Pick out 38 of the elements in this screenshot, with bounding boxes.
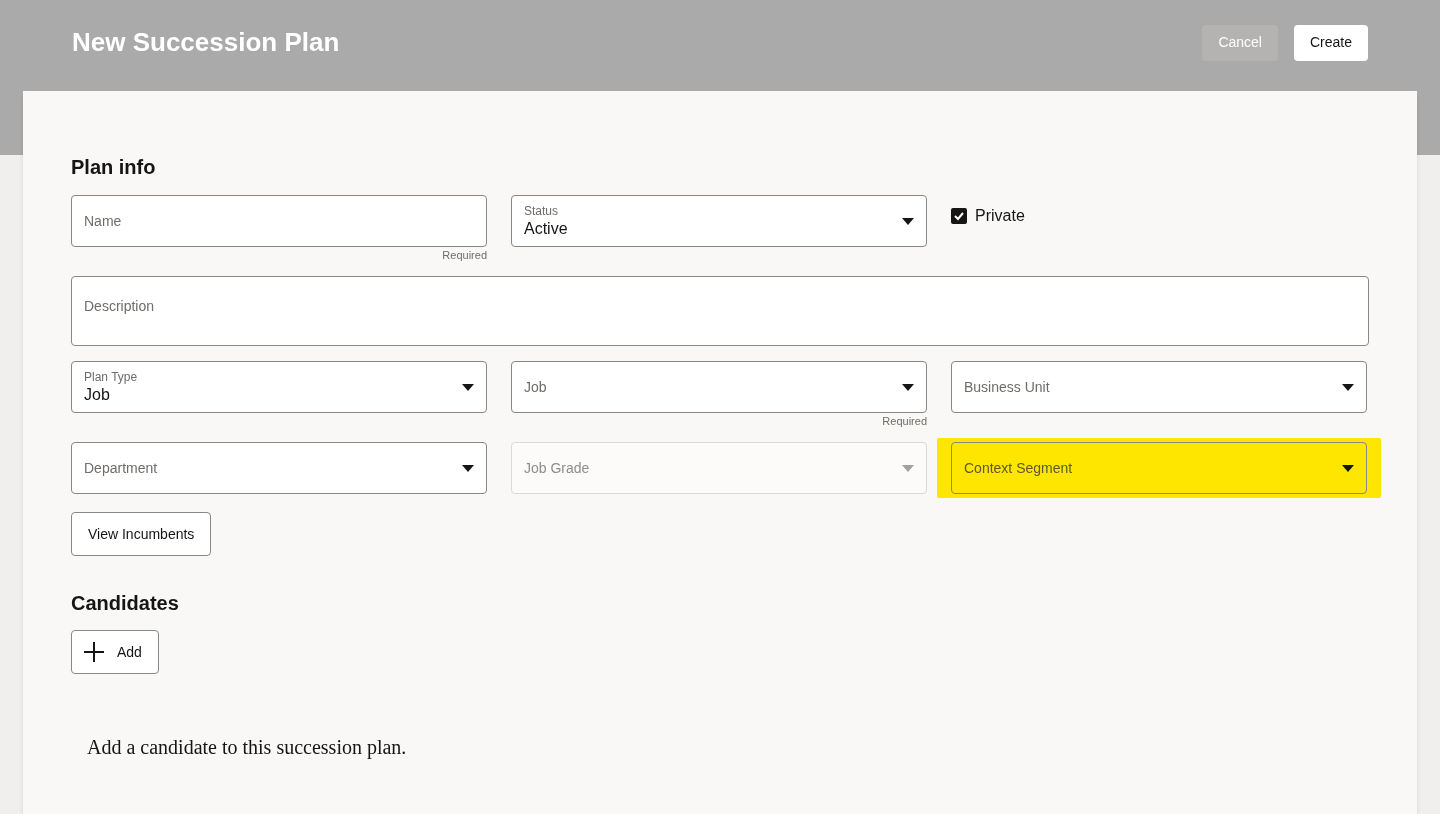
field-label: Department (84, 458, 158, 478)
field-label: Job Grade (524, 458, 590, 478)
empty-message: Add a candidate to this succession plan. (87, 735, 408, 761)
helper-text: Required (442, 250, 487, 261)
page-title: New Succession Plan (72, 26, 340, 59)
dropdown-field[interactable]: Department (71, 442, 487, 494)
section-heading: Plan info (71, 157, 157, 177)
view-incumbents-button[interactable]: View Incumbents (71, 512, 212, 556)
field-label: Job (524, 377, 547, 397)
dropdown-field[interactable]: Business Unit (951, 361, 1367, 413)
field-label: Name (84, 211, 122, 231)
caret-icon (902, 217, 914, 225)
field-label: Description (84, 297, 155, 316)
text-area[interactable]: Description (71, 276, 1369, 346)
dropdown-field[interactable]: Context Segment (951, 442, 1367, 494)
field-label: Plan Type (84, 369, 138, 385)
input-field[interactable]: Name (71, 195, 487, 247)
checkbox-label: Private (975, 206, 1025, 226)
section-heading: Candidates (71, 593, 180, 613)
caret-icon (462, 383, 474, 391)
dropdown-field[interactable]: Job (511, 361, 927, 413)
field-value: Active (524, 218, 568, 239)
checkbox[interactable] (951, 208, 967, 224)
field-label: Status (524, 203, 560, 219)
field-label: Business Unit (964, 377, 1050, 397)
field-value: Job (84, 384, 111, 405)
dropdown-field[interactable]: Status Active (511, 195, 927, 247)
plus-icon (83, 641, 105, 663)
caret-icon (902, 383, 914, 391)
dropdown-field[interactable]: Plan Type Job (71, 361, 487, 413)
helper-text: Required (882, 416, 927, 427)
field-label: Context Segment (964, 458, 1073, 478)
caret-icon (902, 464, 914, 472)
caret-icon (1342, 464, 1354, 472)
add-button[interactable]: Add (71, 630, 159, 674)
caret-icon (462, 464, 474, 472)
caret-icon (1342, 383, 1354, 391)
create-button[interactable]: Create (1293, 24, 1368, 61)
